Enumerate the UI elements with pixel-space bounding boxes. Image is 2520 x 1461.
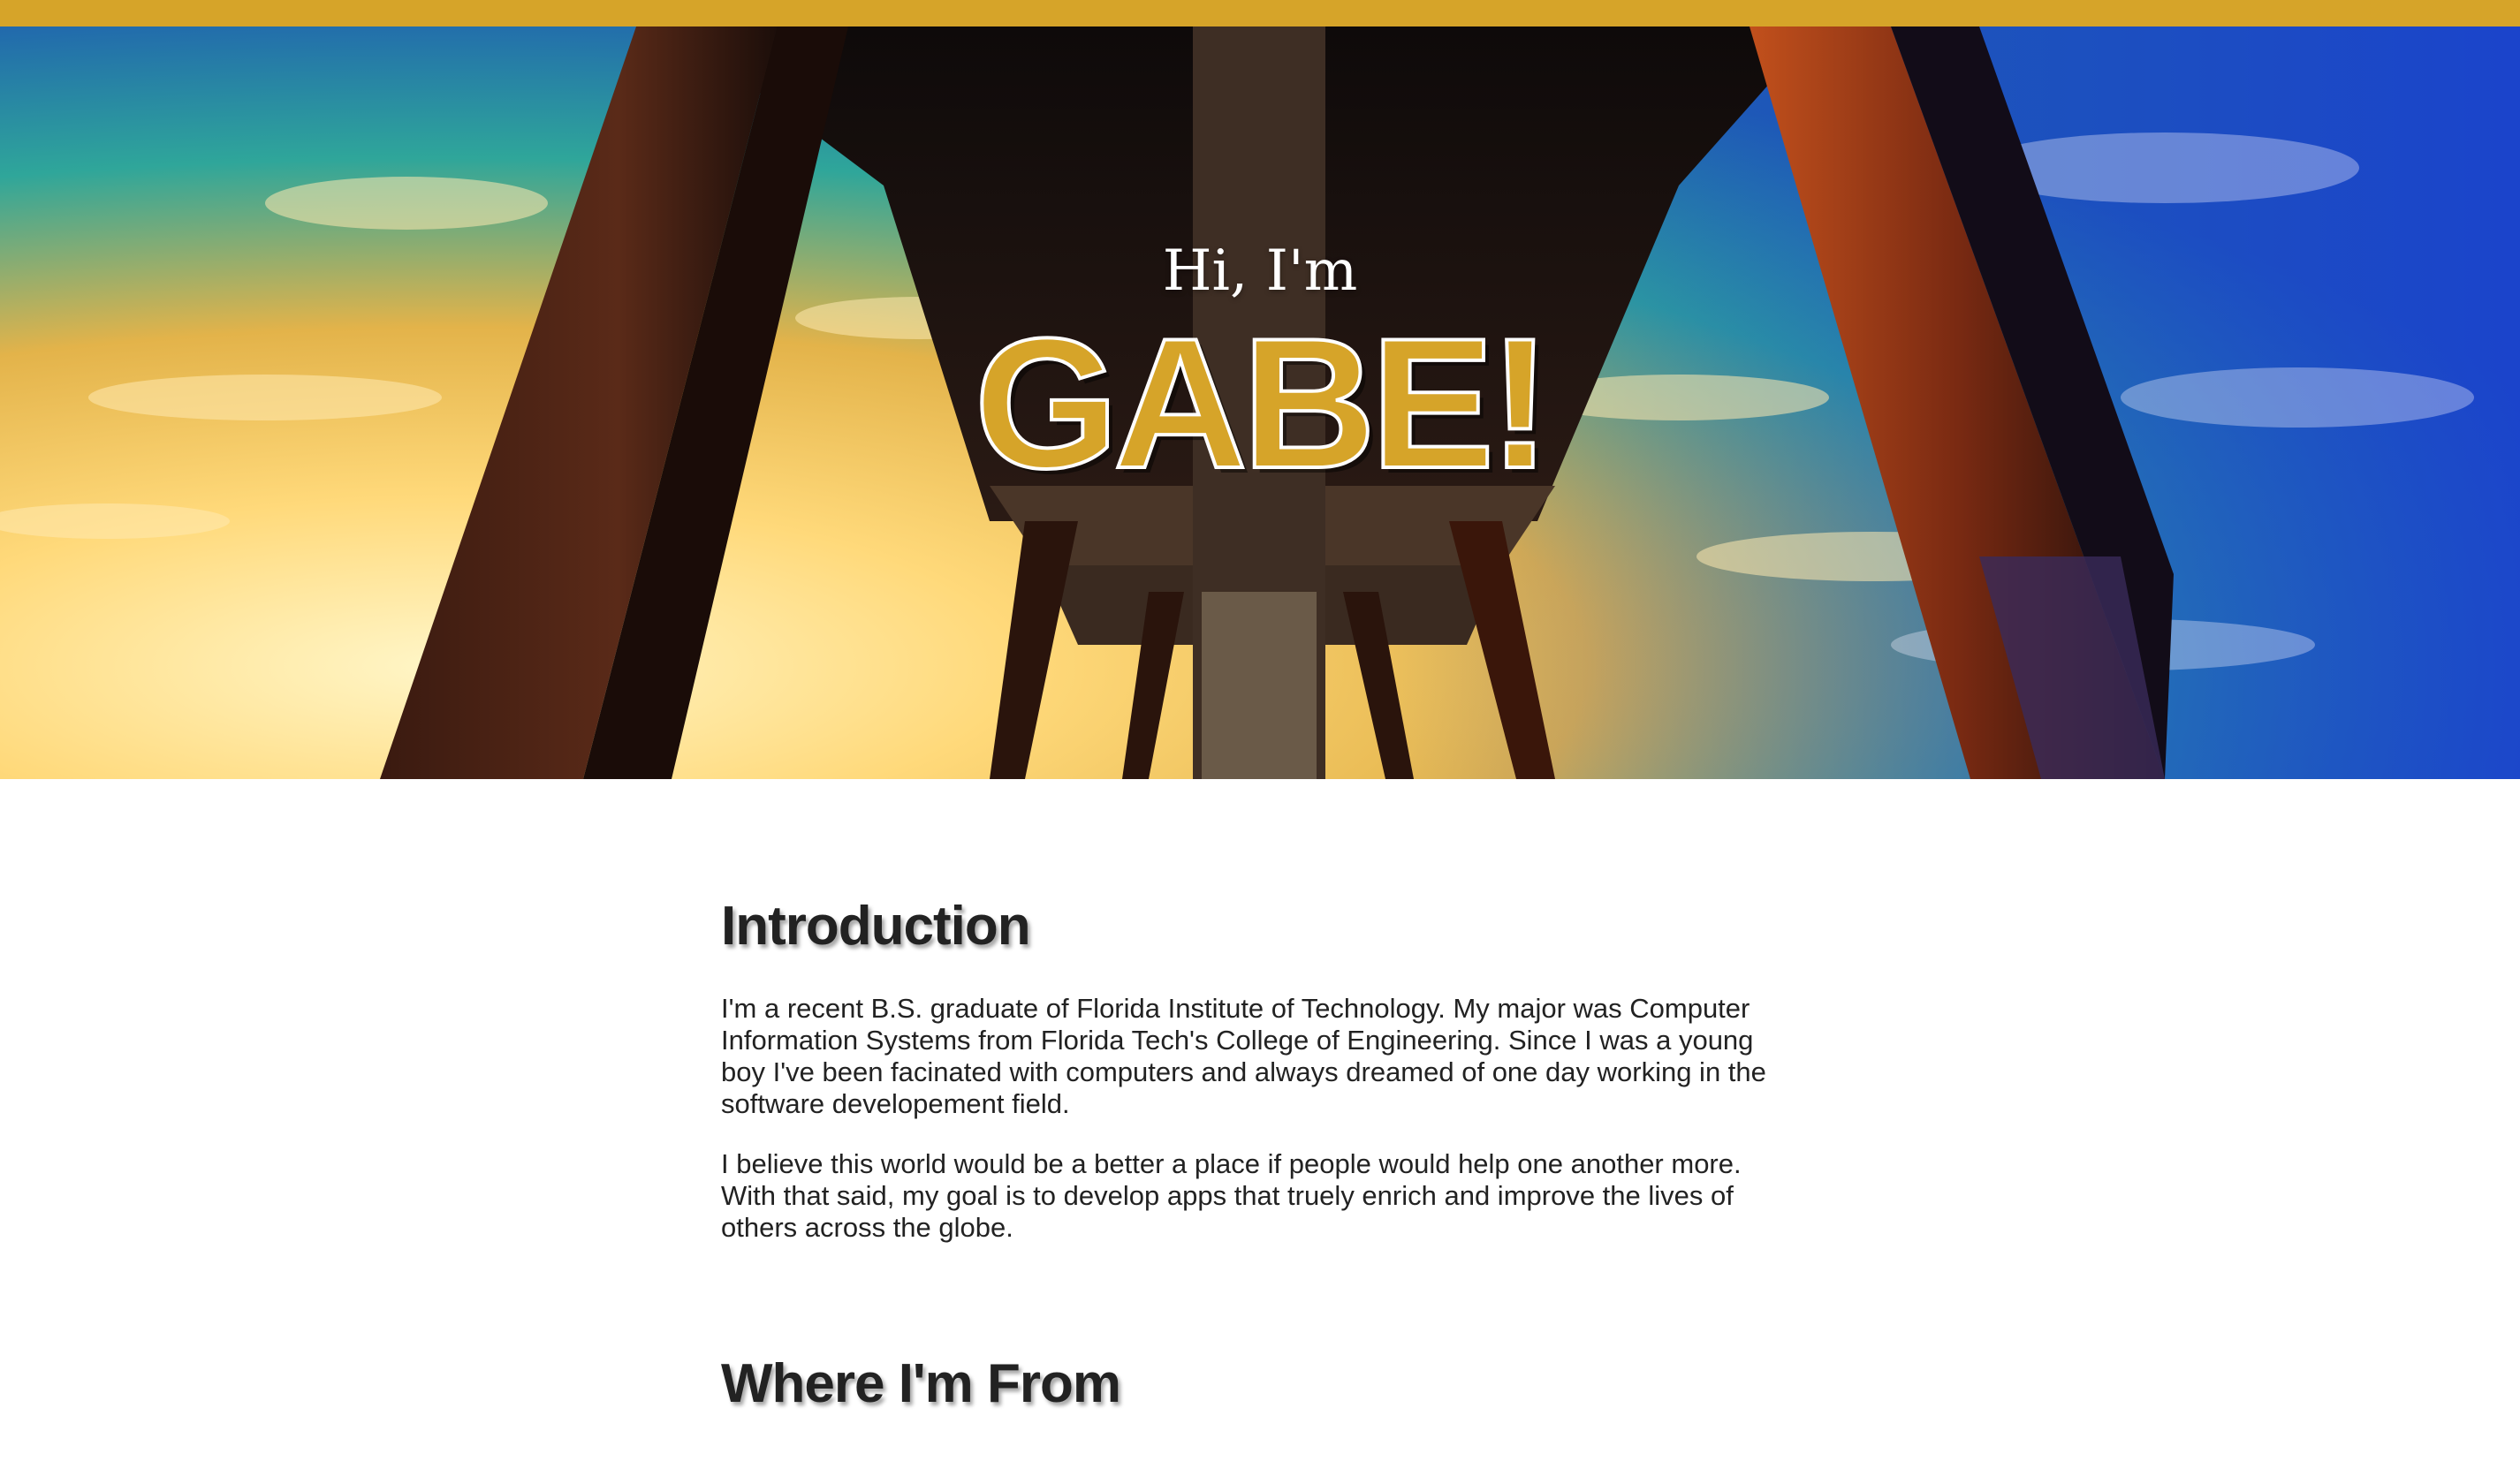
- introduction-section: Introduction I'm a recent B.S. graduate …: [721, 892, 1799, 1244]
- introduction-heading: Introduction: [721, 896, 1031, 957]
- main-content: Introduction I'm a recent B.S. graduate …: [721, 892, 1799, 1419]
- hero-greeting: Hi, I'm: [1162, 238, 1358, 304]
- where-from-heading: Where I'm From: [721, 1353, 1121, 1414]
- intro-paragraph: I'm a recent B.S. graduate of Florida In…: [721, 993, 1766, 1119]
- hero-name-title: GABE!: [973, 299, 1553, 507]
- hero-banner: Hi, I'm GABE!: [0, 26, 2520, 779]
- where-from-section: Where I'm From: [721, 1350, 1799, 1419]
- top-accent-bar: [0, 0, 2520, 26]
- intro-paragraph: I believe this world would be a better a…: [721, 1148, 1742, 1243]
